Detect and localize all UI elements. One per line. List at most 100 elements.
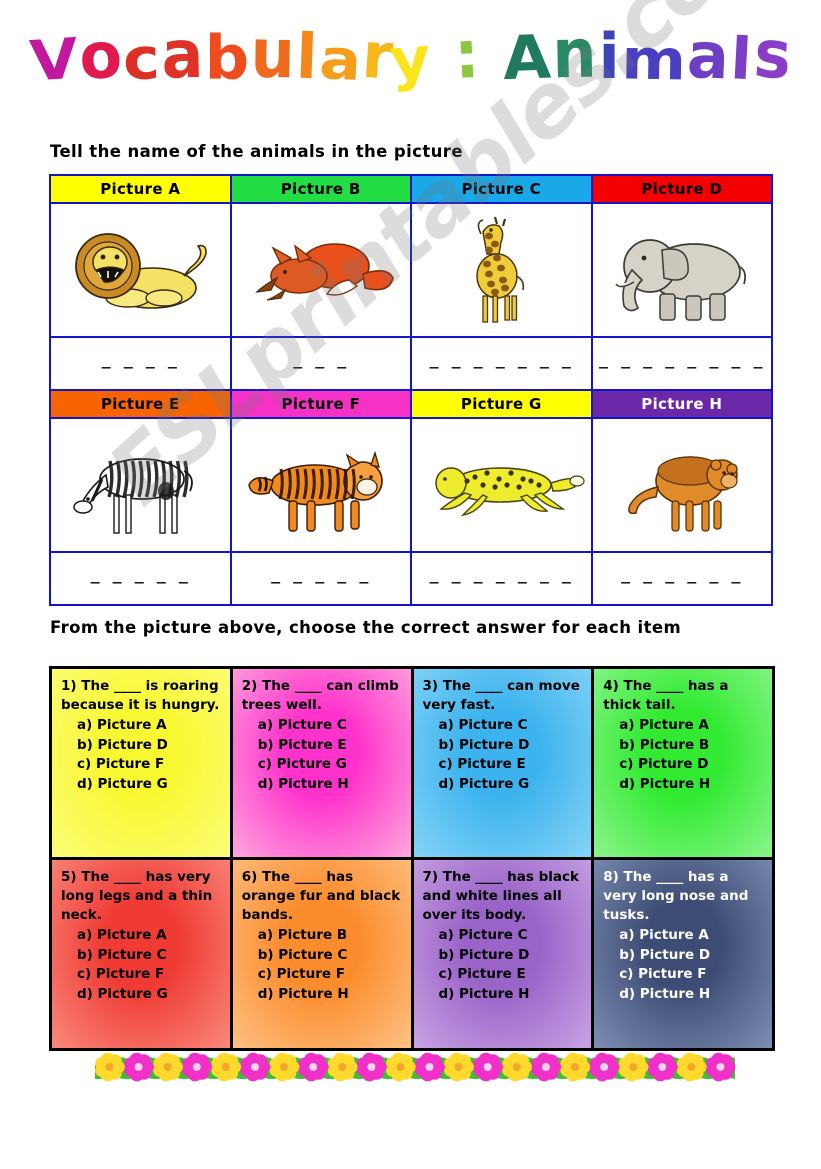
question-option[interactable]: a) Picture C — [258, 716, 404, 735]
picture-header-g: Picture G — [410, 389, 593, 419]
blank-dashes: _ _ _ _ _ — [271, 566, 371, 584]
question-option[interactable]: a) Picture C — [439, 926, 585, 945]
picture-header-row: Picture A Picture B Picture C Picture D — [49, 174, 773, 204]
question-box-5[interactable]: 5) The ____ has very long legs and a thi… — [49, 857, 233, 1051]
page-title-wrapper: Vocabulary : Animals — [0, 13, 821, 95]
question-box-8[interactable]: 8) The ____ has a very long nose and tus… — [591, 857, 775, 1051]
answer-blank-a[interactable]: _ _ _ _ — [49, 336, 232, 391]
question-option[interactable]: c) Picture E — [439, 755, 585, 774]
title-letter: s — [751, 14, 795, 95]
question-box-7[interactable]: 7) The ____ has black and white lines al… — [410, 857, 595, 1051]
picture-answer-row: _ _ _ _ _ _ _ _ _ _ _ _ _ _ _ _ _ _ _ _ _ _ — [49, 336, 773, 391]
title-letter: A — [502, 21, 554, 94]
question-box-1[interactable]: 1) The ____ is roaring because it is hun… — [49, 666, 233, 860]
question-option[interactable]: a) Picture A — [77, 926, 223, 945]
question-options-8: a) Picture Ab) Picture Dc) Picture Fd) P… — [603, 926, 765, 1004]
picture-header-row: Picture E Picture F Picture G Picture H — [49, 389, 773, 419]
question-option[interactable]: b) Picture B — [619, 736, 765, 755]
picture-image-d-elephant — [590, 202, 773, 338]
question-option[interactable]: b) Picture E — [258, 736, 404, 755]
picture-header-f: Picture F — [229, 389, 412, 419]
question-option[interactable]: b) Picture D — [77, 736, 223, 755]
question-option[interactable]: a) Picture B — [258, 926, 404, 945]
picture-image-f-tiger — [229, 417, 412, 553]
question-box-3[interactable]: 3) The ____ can move very fast. a) Pictur… — [410, 666, 595, 860]
page-title: Vocabulary : Animals — [27, 13, 794, 95]
title-letter: l — [729, 24, 755, 94]
question-box-6[interactable]: 6) The ____ has orange fur and black ban… — [229, 857, 414, 1051]
question-option[interactable]: a) Picture A — [77, 716, 223, 735]
picture-header-a: Picture A — [49, 174, 232, 204]
answer-blank-h[interactable]: _ _ _ _ _ _ — [590, 551, 773, 606]
question-option[interactable]: b) Picture D — [439, 736, 585, 755]
question-option[interactable]: d) Picture G — [439, 775, 585, 794]
blank-dashes: _ _ _ — [293, 351, 349, 369]
question-grid: 1) The ____ is roaring because it is hun… — [49, 666, 775, 1051]
picture-image-row — [49, 417, 773, 553]
answer-blank-f[interactable]: _ _ _ _ _ — [229, 551, 412, 606]
title-letter — [482, 26, 505, 88]
blank-dashes: _ _ _ _ — [101, 351, 179, 369]
question-option[interactable]: a) Picture C — [439, 716, 585, 735]
question-stem-4: 4) The ____ has a thick tail. — [603, 678, 729, 714]
question-option[interactable]: d) Picture G — [77, 775, 223, 794]
blank-dashes: _ _ _ _ _ — [90, 566, 190, 584]
picture-image-e-zebra — [49, 417, 232, 553]
blank-dashes: _ _ _ _ _ _ _ — [429, 351, 573, 369]
picture-header-e: Picture E — [49, 389, 232, 419]
question-option[interactable]: c) Picture G — [258, 755, 404, 774]
question-option[interactable]: b) Picture C — [77, 946, 223, 965]
instruction-choose-answer: From the picture above, choose the corre… — [50, 618, 682, 637]
picture-image-g-cheetah — [410, 417, 593, 553]
title-letter: l — [295, 19, 320, 94]
question-option[interactable]: b) Picture D — [439, 946, 585, 965]
question-option[interactable]: b) Picture D — [619, 946, 765, 965]
question-option[interactable]: d) Picture H — [258, 775, 404, 794]
picture-image-h-monkey — [590, 417, 773, 553]
answer-blank-e[interactable]: _ _ _ _ _ — [49, 551, 232, 606]
blank-dashes: _ _ _ _ _ _ _ — [429, 566, 573, 584]
title-letter: a — [686, 17, 732, 94]
title-letter: V — [27, 25, 81, 95]
question-box-4[interactable]: 4) The ____ has a thick tail. a) Picture … — [591, 666, 775, 860]
title-letter: a — [160, 14, 205, 94]
question-stem-5: 5) The ____ has very long legs and a thi… — [61, 869, 213, 924]
question-option[interactable]: c) Picture F — [258, 965, 404, 984]
picture-table: Picture A Picture B Picture C Picture D _ _ … — [49, 174, 773, 606]
question-option[interactable]: d) Picture G — [77, 985, 223, 1004]
answer-blank-d[interactable]: _ _ _ _ _ _ _ _ — [590, 336, 773, 391]
blank-dashes: _ _ _ _ _ _ _ _ — [599, 351, 765, 369]
picture-image-c-giraffe — [410, 202, 593, 338]
flower-border-decoration — [83, 1050, 770, 1084]
question-option[interactable]: b) Picture C — [258, 946, 404, 965]
question-option[interactable]: c) Picture F — [77, 965, 223, 984]
title-letter: : — [452, 14, 483, 95]
instruction-tell-names: Tell the name of the animals in the pict… — [50, 142, 463, 161]
picture-image-a-lion — [49, 202, 232, 338]
picture-header-b: Picture B — [229, 174, 412, 204]
title-letter: y — [387, 23, 434, 95]
question-option[interactable]: a) Picture A — [619, 926, 765, 945]
answer-blank-g[interactable]: _ _ _ _ _ _ _ — [410, 551, 593, 606]
question-option[interactable]: c) Picture D — [619, 755, 765, 774]
question-option[interactable]: c) Picture E — [439, 965, 585, 984]
question-box-2[interactable]: 2) The ____ can climb trees well. a) Pict… — [229, 666, 414, 860]
title-letter: i — [598, 20, 621, 93]
picture-header-d: Picture D — [590, 174, 773, 204]
picture-header-h: Picture H — [590, 389, 773, 419]
picture-image-b-fox — [229, 202, 412, 338]
question-option[interactable]: d) Picture H — [619, 985, 765, 1004]
question-option[interactable]: d) Picture H — [258, 985, 404, 1004]
answer-blank-b[interactable]: _ _ _ — [229, 336, 412, 391]
picture-header-c: Picture C — [410, 174, 593, 204]
question-options-1: a) Picture Ab) Picture Dc) Picture Fd) P… — [61, 716, 223, 794]
answer-blank-c[interactable]: _ _ _ _ _ _ _ — [410, 336, 593, 391]
picture-answer-row: _ _ _ _ _ _ _ _ _ _ _ _ _ _ _ _ _ _ _ _ _ _… — [49, 551, 773, 606]
question-option[interactable]: d) Picture H — [439, 985, 585, 1004]
blank-dashes: _ _ _ _ _ _ — [621, 566, 743, 584]
question-option[interactable]: d) Picture H — [619, 775, 765, 794]
question-option[interactable]: a) Picture A — [619, 716, 765, 735]
question-options-7: a) Picture Cb) Picture Dc) Picture Ed) P… — [423, 926, 585, 1004]
question-option[interactable]: c) Picture F — [619, 965, 765, 984]
question-option[interactable]: c) Picture F — [77, 755, 223, 774]
